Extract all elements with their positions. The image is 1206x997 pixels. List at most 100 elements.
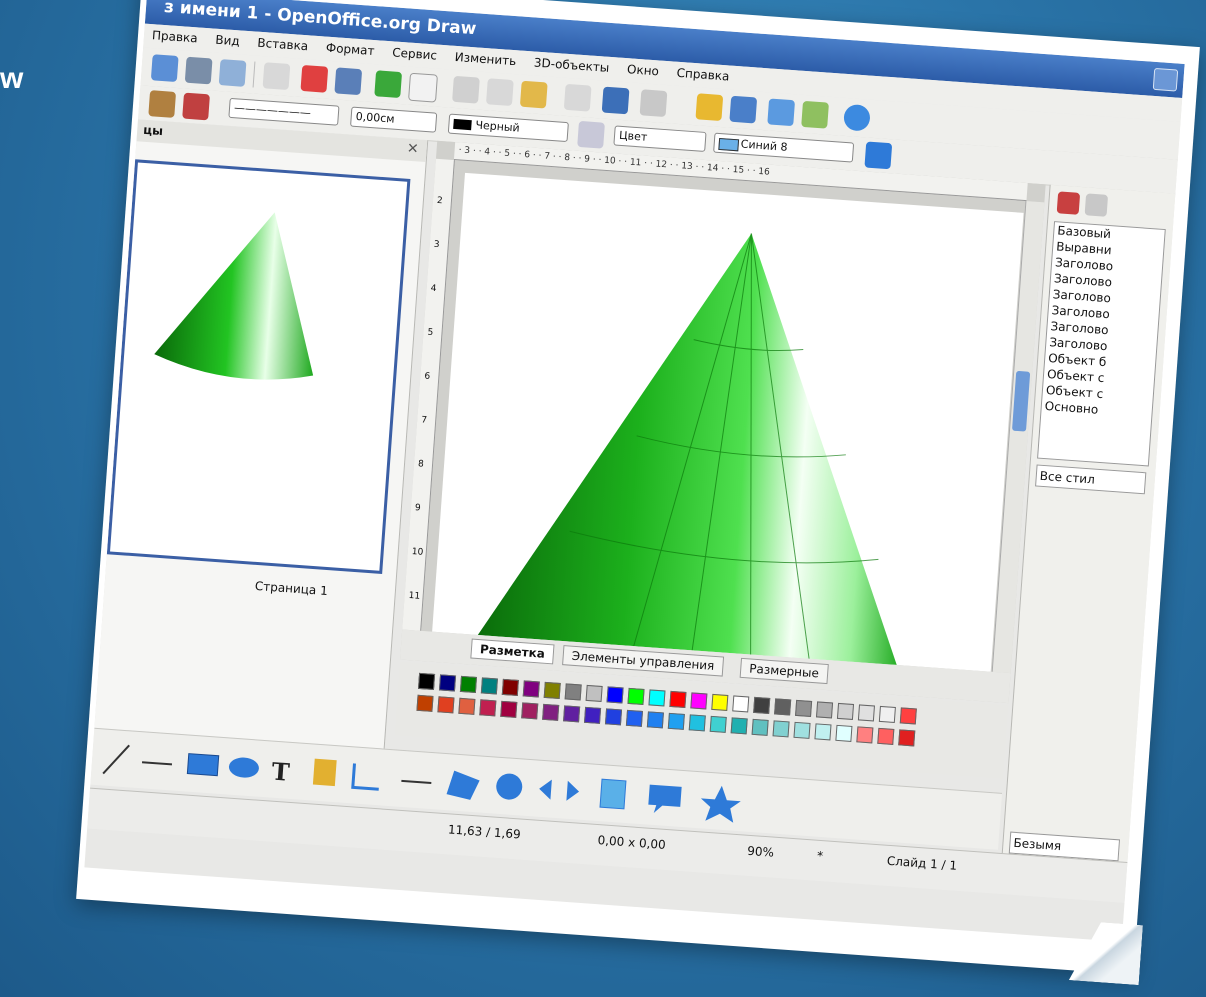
ruler-label: 4 [430,283,437,295]
area-style-select[interactable]: Цвет [613,125,707,152]
color-swatch[interactable] [709,715,727,733]
color-swatch[interactable] [877,727,895,745]
color-swatch[interactable] [669,690,687,708]
color-swatch[interactable] [753,696,771,714]
color-swatch[interactable] [730,717,748,735]
menu-insert[interactable]: Вставка [257,36,309,54]
color-swatch[interactable] [437,696,455,714]
color-swatch[interactable] [711,693,729,711]
color-swatch[interactable] [625,709,643,727]
color-swatch[interactable] [500,700,518,718]
color-swatch[interactable] [543,681,561,699]
style-filter-select[interactable]: Все стил [1035,464,1147,495]
drawing-page[interactable] [432,172,1024,676]
color-swatch[interactable] [898,729,916,747]
tab-layout[interactable]: Разметка [470,638,555,665]
points-icon[interactable] [767,98,796,127]
color-swatch[interactable] [836,702,855,720]
color-swatch[interactable] [835,724,853,742]
menu-help[interactable]: Справка [676,66,730,84]
print-icon[interactable] [334,67,363,96]
cone-object[interactable] [432,173,1023,676]
color-swatch[interactable] [438,674,457,692]
zoom-display[interactable]: 90% [747,844,775,860]
color-swatch[interactable] [646,711,664,729]
color-swatch[interactable] [751,718,769,736]
export-pdf-icon[interactable] [300,64,329,93]
color-swatch[interactable] [459,675,478,693]
close-icon[interactable]: ✕ [406,141,419,158]
color-swatch[interactable] [774,698,792,716]
color-swatch[interactable] [418,672,436,690]
color-swatch[interactable] [878,705,896,723]
redo-icon[interactable] [639,89,668,118]
scrollbar-thumb[interactable] [1011,370,1031,432]
color-swatch[interactable] [690,692,708,710]
color-swatch[interactable] [584,706,602,724]
color-swatch[interactable] [772,720,790,738]
menu-3d-objects[interactable]: 3D-объекты [533,56,609,75]
line-width-field[interactable]: 0,00см [350,106,438,133]
color-swatch[interactable] [899,707,917,725]
email-icon[interactable] [218,59,247,87]
color-swatch[interactable] [585,684,603,702]
open-icon[interactable] [150,54,179,83]
paste-icon[interactable] [519,80,548,109]
autospellcheck-icon[interactable] [408,72,438,103]
color-swatch[interactable] [648,689,666,707]
curve-tool-icon [312,758,337,787]
color-swatch[interactable] [479,699,497,717]
edit-file-icon[interactable] [262,62,291,91]
color-swatch[interactable] [563,705,581,723]
page-thumbnail[interactable] [106,159,411,574]
tab-dimension-lines[interactable]: Размерные [739,657,829,685]
help-icon[interactable] [843,103,871,132]
line-style-select[interactable]: ——————— [228,97,340,126]
color-swatch[interactable] [815,701,834,719]
zoom-icon[interactable] [801,100,829,129]
color-swatch[interactable] [542,703,560,721]
color-swatch[interactable] [604,708,623,726]
color-swatch[interactable] [667,712,685,730]
area-color-select[interactable]: Синий 8 [713,132,855,163]
chart-icon[interactable] [695,93,724,122]
color-swatch[interactable] [416,694,434,712]
color-swatch[interactable] [814,723,832,741]
copy-icon[interactable] [485,78,514,107]
line-color-select[interactable]: Черный [447,113,569,143]
menu-modify[interactable]: Изменить [454,50,516,68]
menu-tools[interactable]: Сервис [392,45,438,62]
color-swatch[interactable] [501,678,519,696]
color-swatch[interactable] [857,704,875,722]
presentation-styles-icon[interactable] [1084,193,1109,217]
color-swatch[interactable] [564,683,582,701]
color-swatch[interactable] [856,726,874,744]
color-swatch[interactable] [480,677,498,695]
color-swatch[interactable] [458,697,476,715]
graphics-styles-icon[interactable] [1056,191,1081,215]
color-swatch[interactable] [521,702,539,720]
cut-icon[interactable] [452,75,480,104]
menu-format[interactable]: Формат [325,41,375,58]
ruler-label: 11 [408,590,421,602]
navigator-icon[interactable] [729,95,758,124]
style-brush-icon[interactable] [148,90,177,118]
area-icon[interactable] [577,120,605,149]
color-swatch[interactable] [522,680,540,698]
color-swatch[interactable] [795,699,813,717]
color-swatch[interactable] [793,721,811,739]
menu-window[interactable]: Окно [627,62,660,78]
spellcheck-icon[interactable] [374,70,403,99]
shadow-icon[interactable] [864,141,893,170]
color-swatch[interactable] [606,686,624,704]
color-swatch[interactable] [688,714,706,732]
color-swatch[interactable] [732,695,750,713]
clone-format-icon[interactable] [563,83,592,112]
undo-icon[interactable] [601,86,630,115]
arrow-style-icon[interactable] [182,92,210,121]
menu-view[interactable]: Вид [215,33,240,49]
menu-edit[interactable]: Правка [152,28,199,45]
color-swatch[interactable] [627,687,645,705]
minimize-button[interactable] [1152,67,1179,92]
save-icon[interactable] [184,56,213,85]
